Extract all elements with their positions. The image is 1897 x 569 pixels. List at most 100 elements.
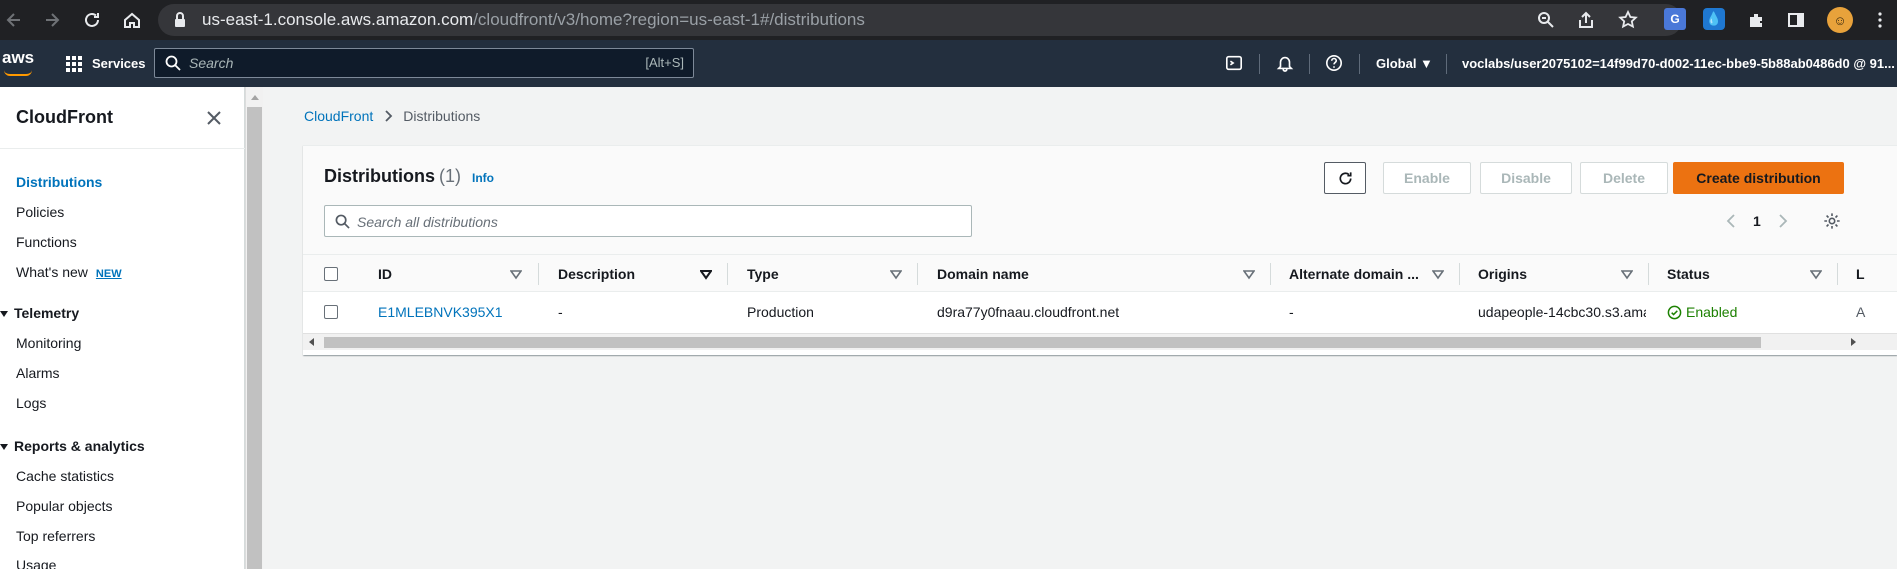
sidebar-item-distributions[interactable]: Distributions — [16, 174, 102, 190]
aws-logo[interactable]: aws — [2, 48, 38, 78]
cell-description: - — [558, 304, 563, 320]
sidebar-item-usage[interactable]: Usage — [16, 557, 56, 569]
column-description[interactable]: Description — [558, 255, 635, 293]
account-menu[interactable]: voclabs/user2075102=14f99d70-d002-11ec-b… — [1462, 40, 1897, 87]
page-number[interactable]: 1 — [1753, 213, 1761, 229]
cell-type: Production — [747, 304, 814, 320]
region-selector[interactable]: Global ▼ — [1376, 40, 1433, 87]
panel-count: (1) — [439, 166, 461, 186]
cell-domain-name: d9ra77y0fnaau.cloudfront.net — [937, 304, 1120, 320]
services-label: Services — [92, 56, 146, 71]
sidebar-item-policies[interactable]: Policies — [16, 204, 64, 220]
sidebar-item-monitoring[interactable]: Monitoring — [16, 335, 81, 351]
close-icon[interactable] — [205, 109, 223, 127]
cell-origins: udapeople-14cbc30.s3.amazonaws.com — [1478, 304, 1646, 320]
sort-icon[interactable] — [890, 268, 902, 280]
help-icon[interactable] — [1323, 52, 1345, 74]
table-row[interactable]: E1MLEBNVK395X1 - Production d9ra77y0fnaa… — [303, 292, 1897, 332]
zoom-icon[interactable] — [1532, 0, 1560, 40]
chevron-right-icon — [385, 110, 393, 122]
sort-icon[interactable] — [1243, 268, 1255, 280]
forward-icon[interactable] — [38, 0, 66, 40]
pagination: 1 — [1725, 209, 1789, 233]
sidebar-item-logs[interactable]: Logs — [16, 395, 46, 411]
column-type[interactable]: Type — [747, 255, 779, 293]
cloudshell-icon[interactable] — [1223, 52, 1245, 74]
status-badge: Enabled — [1667, 292, 1737, 332]
sidebar-section-telemetry[interactable]: Telemetry — [0, 305, 79, 321]
sidebar-item-whats-new[interactable]: What's new NEW — [16, 264, 122, 280]
notifications-bell-icon[interactable] — [1274, 52, 1296, 74]
browser-toolbar: us-east-1.console.aws.amazon.com/cloudfr… — [0, 0, 1897, 40]
column-last-modified[interactable]: L — [1856, 255, 1865, 293]
console-search[interactable]: [Alt+S] — [154, 48, 694, 78]
chevron-left-icon[interactable] — [1725, 213, 1737, 229]
column-domain-name[interactable]: Domain name — [937, 255, 1029, 293]
grid-icon — [66, 55, 82, 72]
sidebar-item-top-referrers[interactable]: Top referrers — [16, 528, 95, 544]
breadcrumb: CloudFront Distributions — [304, 108, 480, 124]
distribution-id-link[interactable]: E1MLEBNVK395X1 — [378, 292, 503, 332]
sidebar-section-reports[interactable]: Reports & analytics — [0, 438, 145, 454]
sort-icon[interactable] — [1810, 268, 1822, 280]
droplet-extension-icon[interactable]: 💧 — [1703, 8, 1725, 30]
info-link[interactable]: Info — [472, 171, 494, 185]
services-menu-button[interactable]: Services — [66, 40, 146, 87]
profile-avatar[interactable]: ☺ — [1827, 7, 1853, 33]
success-check-icon — [1667, 305, 1682, 319]
select-all-checkbox[interactable] — [324, 267, 338, 281]
cell-last-modified: A — [1856, 304, 1866, 320]
search-icon — [335, 214, 350, 229]
sidebar: CloudFront Distributions Policies Functi… — [0, 87, 245, 569]
chevron-right-icon[interactable] — [1777, 213, 1789, 229]
search-shortcut-hint: [Alt+S] — [645, 55, 684, 70]
extensions-puzzle-icon[interactable] — [1742, 0, 1770, 40]
sidebar-item-alarms[interactable]: Alarms — [16, 365, 60, 381]
panel-title: Distributions — [324, 166, 435, 186]
bookmark-star-icon[interactable] — [1614, 0, 1642, 40]
table-header: ID Description Type Domain name Alternat… — [303, 254, 1897, 292]
sidebar-item-cache-statistics[interactable]: Cache statistics — [16, 468, 114, 484]
sort-icon[interactable] — [1621, 268, 1633, 280]
column-id[interactable]: ID — [378, 255, 392, 293]
aws-top-nav: aws Services [Alt+S] Global ▼ voclabs/us… — [0, 40, 1897, 87]
sort-icon[interactable] — [510, 268, 522, 280]
column-origins[interactable]: Origins — [1478, 255, 1527, 293]
sidebar-title: CloudFront — [16, 107, 113, 127]
home-icon[interactable] — [118, 0, 146, 40]
search-icon — [165, 55, 181, 71]
column-alternate-domain[interactable]: Alternate domain ... — [1289, 255, 1419, 293]
breadcrumb-cloudfront[interactable]: CloudFront — [304, 108, 373, 124]
reload-icon[interactable] — [78, 0, 106, 40]
disable-button[interactable]: Disable — [1480, 162, 1572, 194]
sidebar-scrollbar[interactable] — [245, 87, 263, 569]
enable-button[interactable]: Enable — [1383, 162, 1471, 194]
expand-caret-icon — [0, 444, 8, 451]
new-badge: NEW — [95, 268, 122, 280]
row-checkbox[interactable] — [324, 305, 338, 319]
distributions-panel: Distributions (1) Info Enable Disable De… — [303, 145, 1897, 355]
console-search-input[interactable] — [189, 53, 609, 73]
delete-button[interactable]: Delete — [1580, 162, 1668, 194]
distribution-search[interactable] — [324, 205, 972, 237]
lock-icon[interactable] — [166, 0, 194, 40]
column-status[interactable]: Status — [1667, 255, 1710, 293]
url-text: us-east-1.console.aws.amazon.com/cloudfr… — [202, 10, 865, 29]
distribution-search-input[interactable] — [357, 212, 957, 232]
breadcrumb-current: Distributions — [403, 108, 481, 124]
sidebar-item-functions[interactable]: Functions — [16, 234, 77, 250]
share-icon[interactable] — [1572, 0, 1600, 40]
translate-extension-icon[interactable]: G — [1664, 8, 1686, 30]
cell-alternate-domain: - — [1289, 304, 1294, 320]
sidebar-item-popular-objects[interactable]: Popular objects — [16, 498, 113, 514]
back-icon[interactable] — [0, 0, 28, 40]
side-panel-icon[interactable] — [1782, 0, 1810, 40]
menu-kebab-icon[interactable] — [1866, 0, 1894, 40]
sort-icon[interactable] — [1432, 268, 1444, 280]
refresh-button[interactable] — [1324, 162, 1366, 194]
table-horizontal-scrollbar[interactable] — [303, 333, 1897, 350]
create-distribution-button[interactable]: Create distribution — [1673, 162, 1844, 194]
expand-caret-icon — [0, 311, 8, 318]
sort-active-icon[interactable] — [700, 268, 712, 280]
gear-icon[interactable] — [1823, 212, 1841, 230]
